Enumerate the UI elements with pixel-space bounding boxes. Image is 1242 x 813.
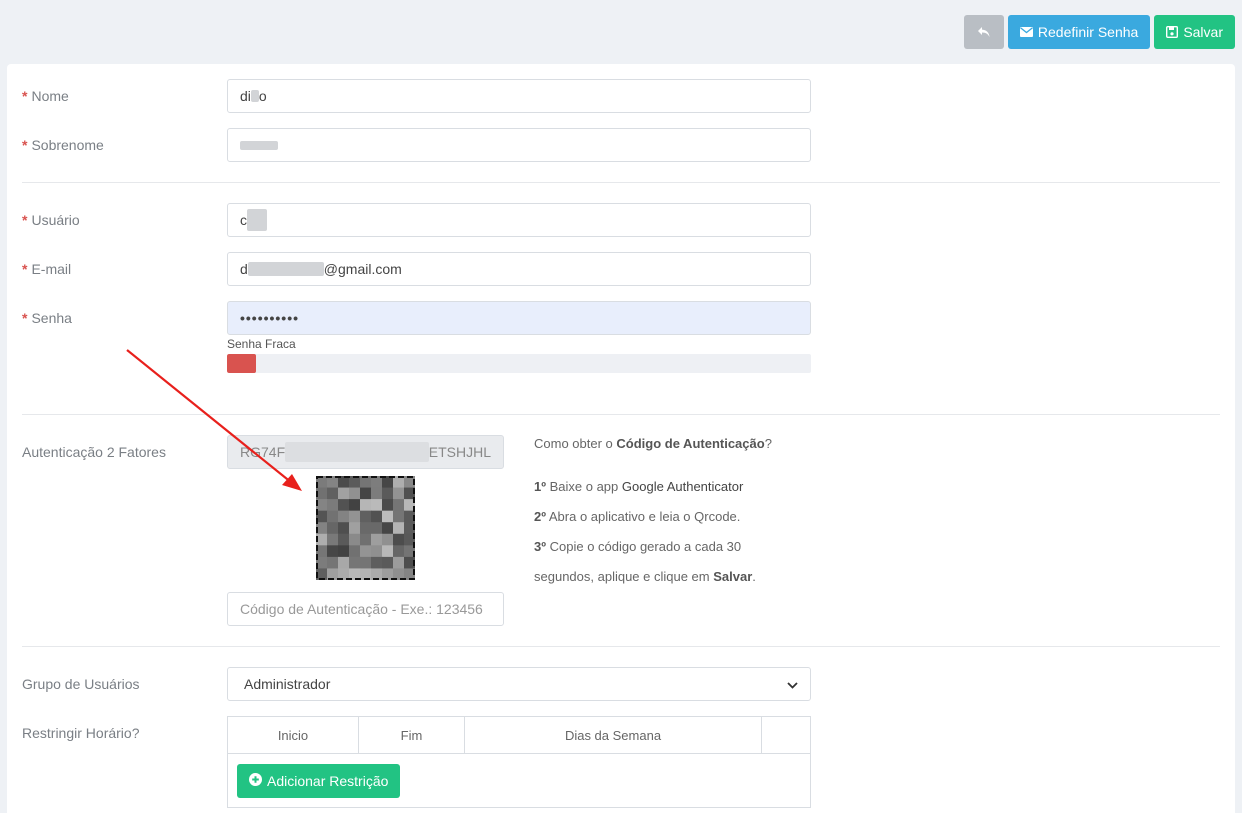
column-header-actions	[762, 717, 810, 753]
envelope-icon	[1019, 27, 1033, 37]
restriction-table: Inicio Fim Dias da Semana Adicionar Rest…	[227, 716, 811, 808]
required-asterisk: *	[22, 212, 28, 228]
column-header-inicio: Inicio	[228, 717, 359, 753]
email-label: * E-mail	[22, 261, 72, 277]
add-restriction-label: Adicionar Restrição	[267, 773, 389, 789]
required-asterisk: *	[22, 261, 28, 277]
auth-code-placeholder: Código de Autenticação - Exe.: 123456	[240, 601, 483, 617]
email-value-end: @gmail.com	[323, 261, 402, 277]
nome-value-end: o	[258, 88, 267, 104]
password-dots: ••••••••••	[240, 310, 300, 326]
password-strength-bar	[227, 354, 811, 373]
redacted-text	[250, 90, 259, 102]
chevron-down-icon	[787, 676, 798, 692]
usuario-value-start: c	[240, 212, 247, 228]
two-factor-secret-field: RG74F ETSHJHL	[227, 435, 504, 469]
add-restriction-button[interactable]: Adicionar Restrição	[237, 764, 401, 798]
column-header-dias: Dias da Semana	[465, 717, 762, 753]
divider	[22, 182, 1220, 183]
qr-code-image	[316, 476, 416, 581]
help-question: Como obter o Código de Autenticação?	[534, 436, 772, 451]
senha-label: * Senha	[22, 310, 72, 326]
reset-password-button[interactable]: Redefinir Senha	[1007, 15, 1151, 49]
help-step-3-cont: segundos, aplique e clique em Salvar.	[534, 569, 756, 584]
password-strength-label: Senha Fraca	[227, 337, 296, 351]
restringir-label: Restringir Horário?	[22, 725, 140, 741]
nome-label: * Nome	[22, 88, 69, 104]
redacted-text	[240, 140, 278, 150]
help-step-3: 3º Copie o código gerado a cada 30	[534, 539, 742, 554]
table-header: Inicio Fim Dias da Semana	[228, 717, 810, 754]
grupo-label: Grupo de Usuários	[22, 676, 140, 692]
auth-code-input[interactable]: Código de Autenticação - Exe.: 123456	[227, 592, 504, 626]
divider	[22, 646, 1220, 647]
floppy-disk-icon	[1166, 26, 1179, 38]
redacted-text	[247, 209, 267, 231]
senha-input[interactable]: ••••••••••	[227, 301, 811, 335]
secret-value-start: RG74F	[240, 444, 286, 460]
required-asterisk: *	[22, 310, 28, 326]
grupo-selected-value: Administrador	[244, 676, 331, 692]
toolbar: Redefinir Senha Salvar	[963, 15, 1235, 49]
required-asterisk: *	[22, 137, 28, 153]
redacted-text	[247, 262, 324, 276]
email-input[interactable]: d @gmail.com	[227, 252, 811, 286]
divider	[22, 414, 1220, 415]
help-step-1: 1º Baixe o app Google Authenticator	[534, 479, 744, 494]
save-label: Salvar	[1183, 24, 1223, 40]
grupo-select[interactable]: Administrador	[227, 667, 811, 701]
usuario-input[interactable]: c	[227, 203, 811, 237]
password-strength-fill	[227, 354, 257, 373]
plus-circle-icon	[249, 773, 262, 789]
help-step-2: 2º Abra o aplicativo e leia o Qrcode.	[534, 509, 741, 524]
nome-input[interactable]: di o	[227, 79, 811, 113]
back-button[interactable]	[963, 15, 1004, 49]
sobrenome-input[interactable]	[227, 128, 811, 162]
undo-arrow-icon	[977, 26, 991, 38]
email-value-start: d	[240, 261, 248, 277]
nome-value-start: di	[240, 88, 251, 104]
sobrenome-label: * Sobrenome	[22, 137, 104, 153]
save-button[interactable]: Salvar	[1154, 15, 1235, 49]
two-factor-label: Autenticação 2 Fatores	[22, 444, 166, 460]
user-form-card: * Nome di o * Sobrenome * Usuário c * E-mail …	[7, 64, 1235, 813]
column-header-fim: Fim	[359, 717, 465, 753]
required-asterisk: *	[22, 88, 28, 104]
usuario-label: * Usuário	[22, 212, 80, 228]
reset-password-label: Redefinir Senha	[1037, 24, 1139, 40]
secret-value-end: ETSHJHL	[428, 444, 491, 460]
redacted-text	[285, 442, 429, 462]
